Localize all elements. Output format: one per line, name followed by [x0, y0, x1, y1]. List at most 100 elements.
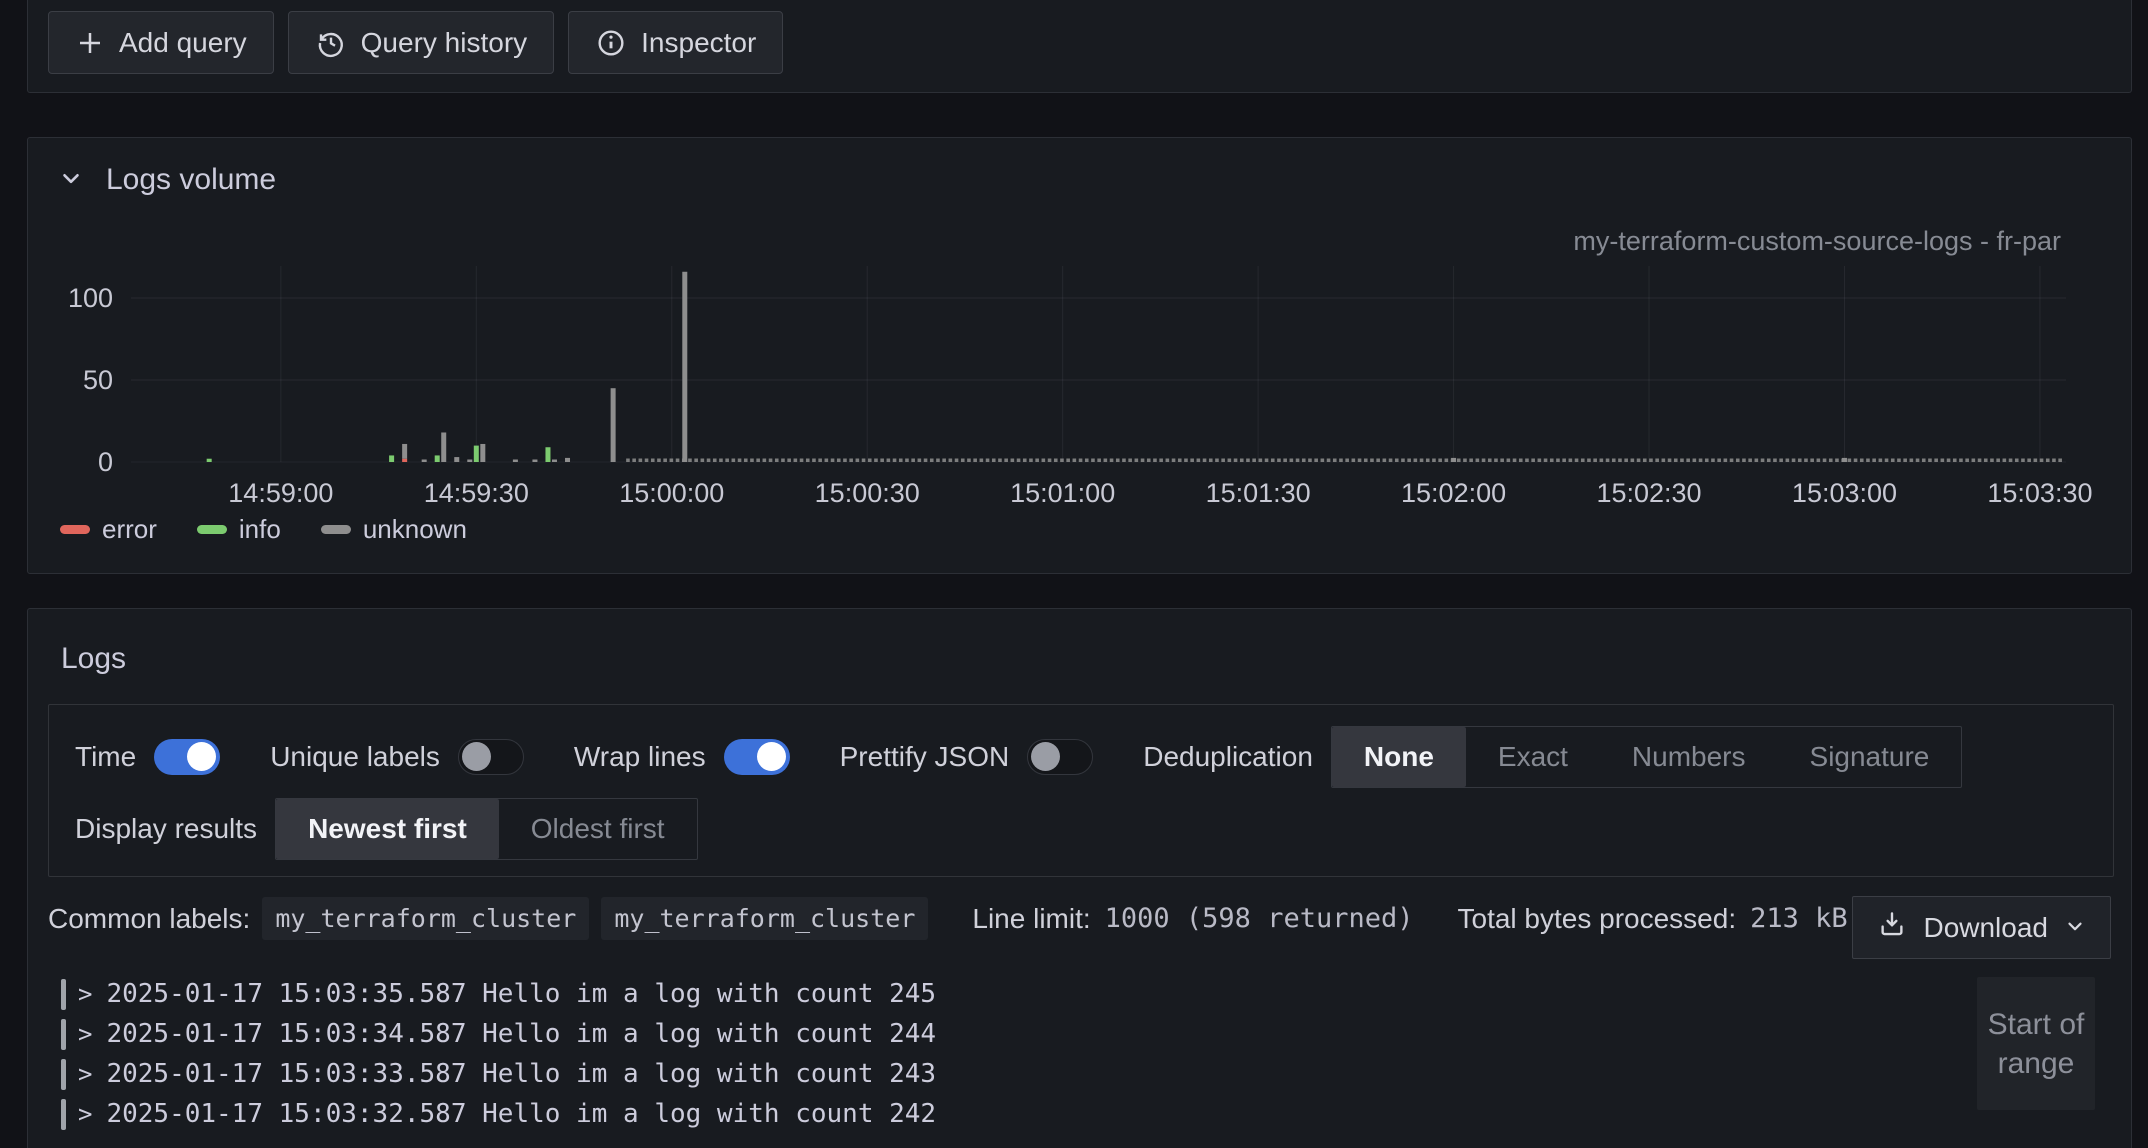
toggle-switch[interactable]	[724, 739, 790, 775]
legend-label: error	[102, 514, 157, 545]
add-query-label: Add query	[119, 27, 247, 59]
toggle-label: Time	[75, 741, 136, 773]
log-row[interactable]: >2025-01-17 15:03:34.587 Hello im a log …	[28, 1014, 1968, 1054]
toggle-switch[interactable]	[1027, 739, 1093, 775]
toggle-switch[interactable]	[458, 739, 524, 775]
chart-legend: error info unknown	[60, 514, 467, 545]
chevron-right-icon[interactable]: >	[78, 1060, 92, 1088]
toolbar: Add query Query history Inspector	[48, 11, 783, 74]
log-row-text: 2025-01-17 15:03:32.587 Hello im a log w…	[106, 1099, 936, 1129]
chevron-down-icon	[2064, 912, 2086, 944]
chart-bar-unknown	[532, 460, 537, 463]
download-button[interactable]: Download	[1852, 896, 2111, 959]
legend-item-error[interactable]: error	[60, 514, 157, 545]
chart-bar-unknown	[480, 444, 485, 462]
chart-bar-info	[389, 455, 394, 462]
log-level-bar	[61, 979, 66, 1010]
log-level-bar	[61, 1059, 66, 1090]
y-axis-tick: 100	[68, 283, 113, 313]
common-label-chip: my_terraform_cluster	[601, 897, 928, 940]
inspector-button[interactable]: Inspector	[568, 11, 783, 74]
chart-bar-unknown	[454, 457, 459, 462]
toggle-label: Prettify JSON	[840, 741, 1010, 773]
x-axis-tick: 15:03:00	[1792, 478, 1897, 508]
deduplication-options: NoneExactNumbersSignature	[1331, 726, 1963, 788]
chart-bar-info	[207, 459, 212, 462]
legend-label: info	[239, 514, 281, 545]
info-icon	[595, 27, 627, 59]
display-results-label: Display results	[75, 813, 257, 845]
chevron-right-icon[interactable]: >	[78, 1100, 92, 1128]
download-label: Download	[1923, 912, 2048, 944]
dedup-option-exact[interactable]: Exact	[1466, 727, 1600, 787]
chart-bar-unknown	[441, 432, 446, 462]
query-history-button[interactable]: Query history	[288, 11, 555, 74]
log-row[interactable]: >2025-01-17 15:03:33.587 Hello im a log …	[28, 1054, 1968, 1094]
start-of-range-marker: Start of range	[1977, 977, 2095, 1110]
query-editor-footer: Add query Query history Inspector	[27, 0, 2132, 93]
x-axis-tick: 15:02:00	[1401, 478, 1506, 508]
chart-bar-unknown	[513, 460, 518, 463]
dedup-option-none[interactable]: None	[1332, 727, 1466, 787]
toggle-control-wrap-lines: Wrap lines	[574, 739, 790, 775]
toggle-control-unique-labels: Unique labels	[270, 739, 524, 775]
plus-icon	[75, 28, 105, 58]
download-icon	[1877, 909, 1907, 946]
x-axis-tick: 15:00:00	[619, 478, 724, 508]
history-icon	[315, 27, 347, 59]
x-axis-tick: 15:01:00	[1010, 478, 1115, 508]
chart-bar-info	[435, 455, 440, 462]
legend-label: unknown	[363, 514, 467, 545]
toggle-control-time: Time	[75, 739, 220, 775]
log-row-text: 2025-01-17 15:03:34.587 Hello im a log w…	[106, 1019, 936, 1049]
x-axis-tick: 15:00:30	[815, 478, 920, 508]
chart-bar-unknown	[552, 460, 557, 463]
chart-bar-unknown	[1451, 458, 1456, 462]
order-option-newest-first[interactable]: Newest first	[276, 799, 499, 859]
y-axis-tick: 0	[98, 447, 113, 477]
order-option-oldest-first[interactable]: Oldest first	[499, 799, 697, 859]
total-bytes-value: 213 kB	[1750, 903, 1848, 934]
line-limit-label: Line limit:	[972, 903, 1090, 935]
total-bytes-label: Total bytes processed:	[1458, 903, 1737, 935]
chevron-right-icon[interactable]: >	[78, 1020, 92, 1048]
inspector-label: Inspector	[641, 27, 756, 59]
log-level-bar	[61, 1019, 66, 1050]
chart-bar-info	[474, 446, 479, 462]
logs-volume-panel: Logs volume my-terraform-custom-source-l…	[27, 137, 2132, 574]
legend-swatch	[60, 525, 90, 534]
dedup-option-numbers[interactable]: Numbers	[1600, 727, 1778, 787]
display-results-control: Display results Newest firstOldest first	[75, 798, 698, 860]
x-axis-tick: 14:59:30	[424, 478, 529, 508]
query-history-label: Query history	[361, 27, 528, 59]
log-row[interactable]: >2025-01-17 15:03:35.587 Hello im a log …	[28, 974, 1968, 1014]
log-row-text: 2025-01-17 15:03:33.587 Hello im a log w…	[106, 1059, 936, 1089]
chart-bar-unknown	[467, 460, 472, 463]
chevron-right-icon[interactable]: >	[78, 980, 92, 1008]
log-row-text: 2025-01-17 15:03:35.587 Hello im a log w…	[106, 979, 936, 1009]
logs-panel-title: Logs	[61, 642, 126, 676]
logs-volume-chart[interactable]: 05010014:59:0014:59:3015:00:0015:00:3015…	[28, 138, 2131, 573]
toggle-control-prettify-json: Prettify JSON	[840, 739, 1094, 775]
logs-controls: Time Unique labels Wrap lines Prettify JSON…	[48, 704, 2114, 877]
chart-bar-info	[545, 447, 550, 462]
toggle-switch[interactable]	[154, 739, 220, 775]
logs-meta-row: Common labels: my_terraform_cluster my_t…	[48, 897, 1848, 940]
toggle-label: Wrap lines	[574, 741, 706, 773]
log-rows-list: >2025-01-17 15:03:35.587 Hello im a log …	[28, 974, 1968, 1134]
log-row[interactable]: >2025-01-17 15:03:32.587 Hello im a log …	[28, 1094, 1968, 1134]
legend-item-unknown[interactable]: unknown	[321, 514, 467, 545]
chart-bar-unknown	[422, 460, 427, 463]
add-query-button[interactable]: Add query	[48, 11, 274, 74]
deduplication-control: Deduplication NoneExactNumbersSignature	[1143, 726, 1962, 788]
dedup-option-signature[interactable]: Signature	[1778, 727, 1962, 787]
line-limit-value: 1000 (598 returned)	[1105, 903, 1414, 934]
chart-bar-unknown	[611, 388, 616, 462]
legend-swatch	[197, 525, 227, 534]
legend-swatch	[321, 525, 351, 534]
legend-item-info[interactable]: info	[197, 514, 281, 545]
common-label-chip: my_terraform_cluster	[262, 897, 589, 940]
display-results-options: Newest firstOldest first	[275, 798, 698, 860]
x-axis-tick: 14:59:00	[228, 478, 333, 508]
logs-panel: Logs Time Unique labels Wrap lines Prettify…	[27, 608, 2132, 1148]
